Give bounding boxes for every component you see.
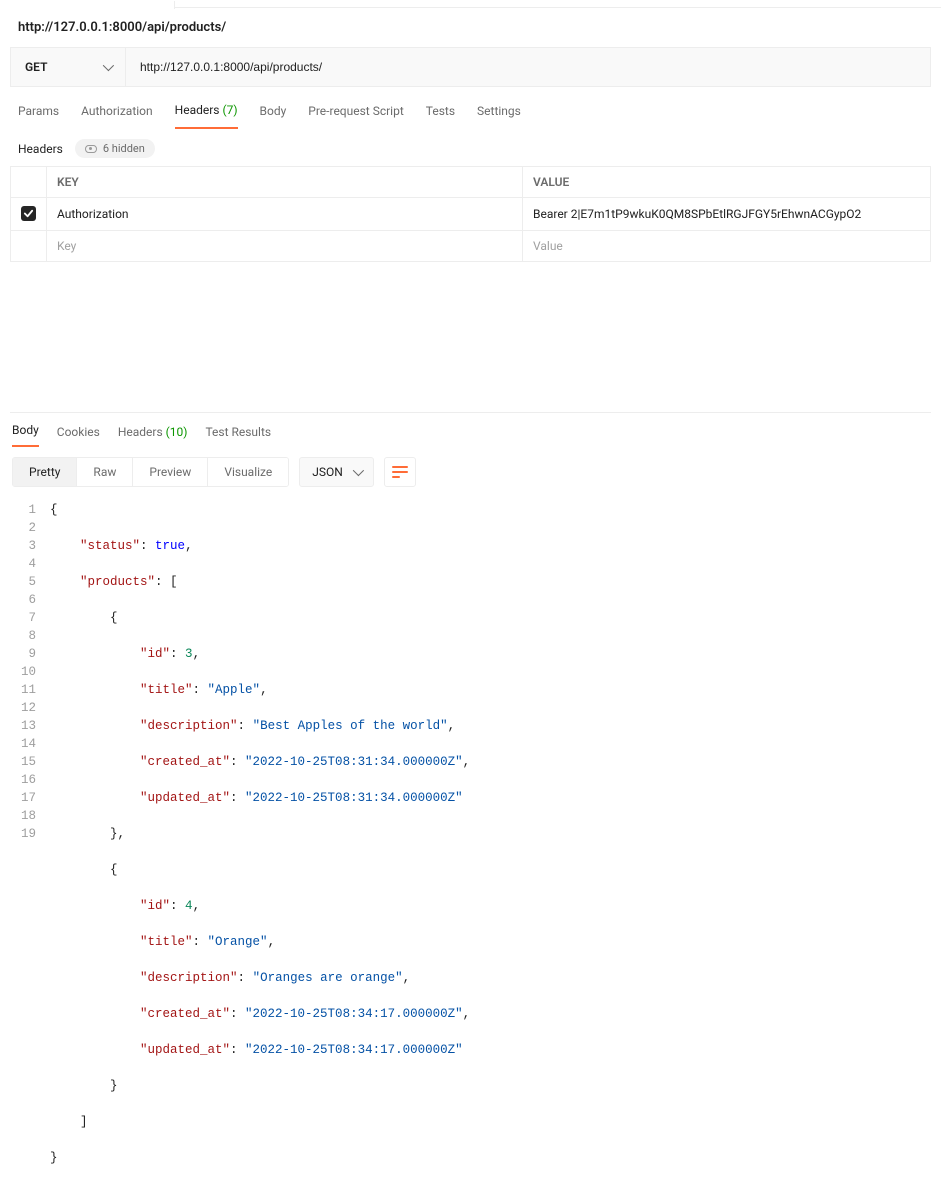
header-enable-cell-empty <box>11 231 47 262</box>
resp-tab-body[interactable]: Body <box>12 423 39 447</box>
wrap-icon <box>392 465 408 479</box>
tab-prerequest[interactable]: Pre-request Script <box>308 104 403 128</box>
response-body-viewer[interactable]: 12345678910111213141516171819 { "status"… <box>0 497 941 1177</box>
tab-strip <box>0 0 941 8</box>
response-format-select[interactable]: JSON <box>299 457 374 487</box>
resp-tab-test-results[interactable]: Test Results <box>205 425 271 447</box>
wrap-lines-button[interactable] <box>384 457 416 487</box>
spacer <box>0 262 941 412</box>
headers-col-key: KEY <box>47 167 523 198</box>
headers-label: Headers <box>18 142 63 156</box>
resp-tab-headers-count: (10) <box>166 425 188 439</box>
tab-settings[interactable]: Settings <box>477 104 521 128</box>
active-tab-indicator <box>0 1 175 9</box>
http-method-value: GET <box>25 60 47 74</box>
header-value-placeholder[interactable]: Value <box>523 231 931 262</box>
view-visualize-button[interactable]: Visualize <box>208 458 288 486</box>
header-enable-cell <box>11 198 47 231</box>
view-preview-button[interactable]: Preview <box>133 458 208 486</box>
resp-tab-headers-label: Headers <box>118 425 163 439</box>
headers-subheader: Headers 6 hidden <box>0 131 941 166</box>
tab-body[interactable]: Body <box>260 104 287 128</box>
tab-tests[interactable]: Tests <box>426 104 455 128</box>
headers-table-header-row: KEY VALUE <box>11 167 931 198</box>
view-raw-button[interactable]: Raw <box>77 458 133 486</box>
hidden-headers-toggle[interactable]: 6 hidden <box>75 139 155 158</box>
response-format-value: JSON <box>312 465 343 479</box>
chevron-down-icon <box>103 60 114 71</box>
request-tabs: Params Authorization Headers (7) Body Pr… <box>0 101 941 131</box>
tab-params[interactable]: Params <box>18 104 59 128</box>
eye-icon <box>85 145 97 153</box>
response-tabs: Body Cookies Headers (10) Test Results <box>0 413 941 447</box>
header-value-cell[interactable]: Bearer 2|E7m1tP9wkuK0QM8SPbEtlRGJFGY5rEh… <box>523 198 931 231</box>
check-icon <box>23 208 34 219</box>
tab-headers-count: (7) <box>222 103 237 117</box>
http-method-select[interactable]: GET <box>11 48 126 86</box>
resp-tab-cookies[interactable]: Cookies <box>57 425 100 447</box>
chevron-down-icon <box>353 465 364 476</box>
response-code: { "status": true, "products": [ { "id": … <box>50 501 470 1167</box>
tab-headers-label: Headers <box>175 103 220 117</box>
hidden-headers-count: 6 hidden <box>103 142 145 155</box>
view-pretty-button[interactable]: Pretty <box>13 458 77 486</box>
tab-authorization[interactable]: Authorization <box>81 104 153 128</box>
tab-headers[interactable]: Headers (7) <box>175 103 238 129</box>
request-line: GET <box>10 47 931 87</box>
request-title: http://127.0.0.1:8000/api/products/ <box>0 8 941 47</box>
table-row: Authorization Bearer 2|E7m1tP9wkuK0QM8SP… <box>11 198 931 231</box>
header-key-placeholder[interactable]: Key <box>47 231 523 262</box>
view-mode-group: Pretty Raw Preview Visualize <box>12 457 289 487</box>
response-toolbar: Pretty Raw Preview Visualize JSON <box>0 447 941 497</box>
headers-col-value: VALUE <box>523 167 931 198</box>
table-row: Key Value <box>11 231 931 262</box>
resp-tab-headers[interactable]: Headers (10) <box>118 425 188 447</box>
request-url-input[interactable] <box>126 48 930 86</box>
header-key-cell[interactable]: Authorization <box>47 198 523 231</box>
headers-table: KEY VALUE Authorization Bearer 2|E7m1tP9… <box>10 166 931 262</box>
header-enable-checkbox[interactable] <box>21 206 36 221</box>
headers-col-enable <box>11 167 47 198</box>
line-gutter: 12345678910111213141516171819 <box>12 501 50 1167</box>
